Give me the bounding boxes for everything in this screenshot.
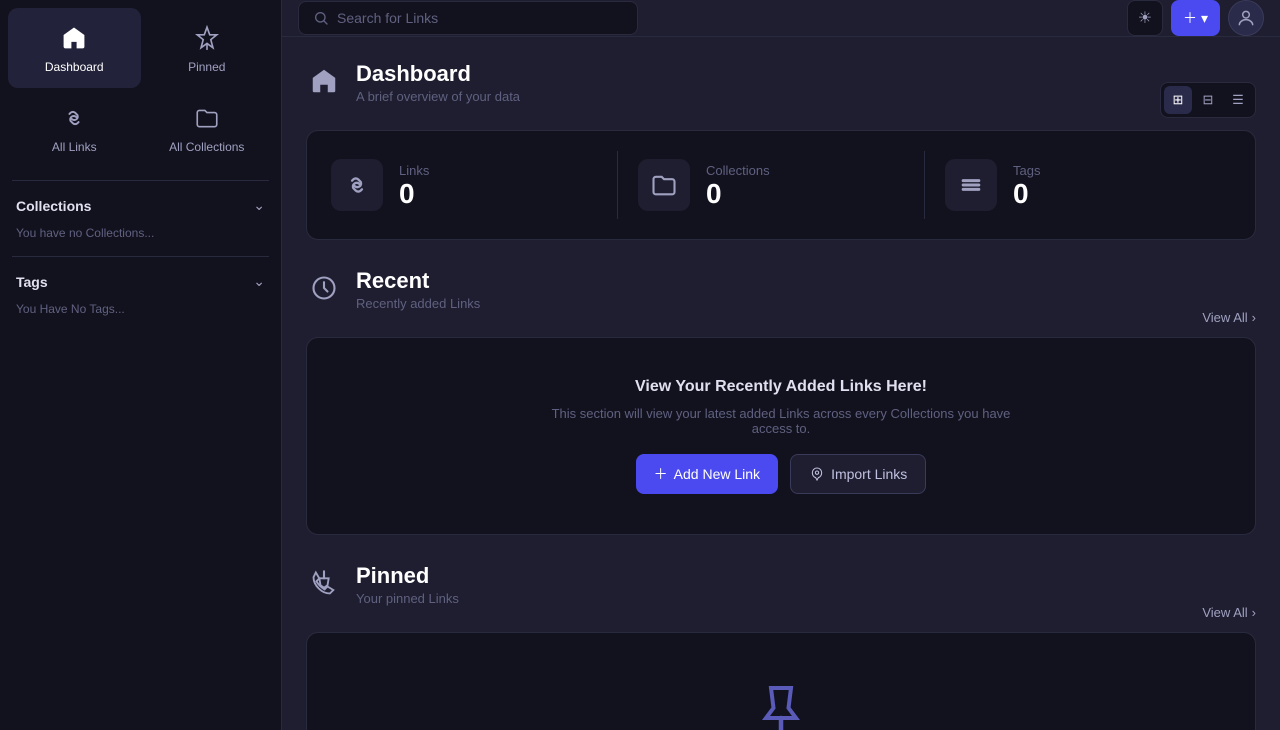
sidebar-collections-section: Collections ⌄ You have no Collections... xyxy=(0,185,281,252)
recent-section: Recent Recently added Links View All › V… xyxy=(306,268,1256,535)
pinned-title-block: Pinned Your pinned Links xyxy=(356,563,459,606)
topbar-actions: ☀ ＋ ▾ xyxy=(1127,0,1264,36)
all-collections-label: All Collections xyxy=(169,140,244,154)
sidebar: Dashboard Pinned All Links xyxy=(0,0,282,730)
recent-view-all-link[interactable]: View All › xyxy=(1202,310,1256,325)
pinned-top-row: Pinned Your pinned Links View All › xyxy=(306,563,1256,620)
recent-view-all-text: View All xyxy=(1202,310,1247,325)
recent-icon xyxy=(306,270,342,306)
add-dropdown-icon: ▾ xyxy=(1201,10,1208,27)
recent-empty-sub: This section will view your latest added… xyxy=(541,406,1021,436)
pin-icon xyxy=(191,22,223,54)
pinned-section: Pinned Your pinned Links View All › xyxy=(306,563,1256,730)
stat-links-icon xyxy=(331,159,383,211)
view-toggles: ⊞ ⊟ ☰ xyxy=(1160,82,1256,118)
pinned-view-all-text: View All xyxy=(1202,605,1247,620)
stat-tags-icon xyxy=(945,159,997,211)
all-links-label: All Links xyxy=(52,140,97,154)
sidebar-divider-1 xyxy=(12,180,269,181)
import-label: Import Links xyxy=(831,466,907,482)
pinned-title: Pinned xyxy=(356,563,459,589)
stat-links-value: 0 xyxy=(399,180,429,208)
stat-collections: Collections 0 xyxy=(618,151,925,219)
link-icon xyxy=(58,102,90,134)
recent-header: Recent Recently added Links xyxy=(306,268,480,311)
theme-icon: ☀ xyxy=(1138,8,1152,28)
dashboard-label: Dashboard xyxy=(45,60,104,74)
pinned-empty-card: Pin Your Favorite Links Here! xyxy=(306,632,1256,730)
pinned-view-all-link[interactable]: View All › xyxy=(1202,605,1256,620)
dashboard-top-row: Dashboard A brief overview of your data … xyxy=(306,61,1256,118)
stats-card: Links 0 Collections 0 xyxy=(306,130,1256,240)
pinned-subtitle: Your pinned Links xyxy=(356,591,459,606)
add-link-plus-icon: ＋ xyxy=(654,464,668,484)
page-content: Dashboard A brief overview of your data … xyxy=(282,37,1280,730)
home-icon xyxy=(58,22,90,54)
collections-chevron-icon: ⌄ xyxy=(253,197,265,214)
stat-collections-info: Collections 0 xyxy=(706,163,770,208)
stat-links-info: Links 0 xyxy=(399,163,429,208)
collections-section-title: Collections xyxy=(16,198,91,214)
stat-tags-label: Tags xyxy=(1013,163,1040,178)
topbar: ☀ ＋ ▾ xyxy=(282,0,1280,37)
avatar[interactable] xyxy=(1228,0,1264,36)
folder-icon xyxy=(191,102,223,134)
pinned-section-icon xyxy=(306,565,342,601)
pinned-view-all-chevron-icon: › xyxy=(1252,605,1256,620)
add-new-link-button[interactable]: ＋ Add New Link xyxy=(636,454,778,494)
stats-row: Links 0 Collections 0 xyxy=(331,151,1231,219)
view-toggle-grid-large[interactable]: ⊞ xyxy=(1164,86,1192,114)
add-link-label: Add New Link xyxy=(674,466,760,482)
search-box[interactable] xyxy=(298,1,638,35)
dashboard-section-icon xyxy=(306,63,342,99)
stat-links-label: Links xyxy=(399,163,429,178)
tags-section-header[interactable]: Tags ⌄ xyxy=(8,261,273,298)
main-content: ☀ ＋ ▾ xyxy=(282,0,1280,730)
sidebar-nav-grid: Dashboard Pinned All Links xyxy=(0,0,281,176)
search-icon xyxy=(313,10,329,26)
stat-collections-value: 0 xyxy=(706,180,770,208)
recent-empty-actions: ＋ Add New Link Import Links xyxy=(636,454,927,494)
pinned-header: Pinned Your pinned Links xyxy=(306,563,459,606)
pin-large-icon xyxy=(751,682,811,730)
sidebar-divider-2 xyxy=(12,256,269,257)
recent-title: Recent xyxy=(356,268,480,294)
sidebar-item-all-links[interactable]: All Links xyxy=(8,88,141,168)
recent-empty-card: View Your Recently Added Links Here! Thi… xyxy=(306,337,1256,535)
dashboard-header: Dashboard A brief overview of your data xyxy=(306,61,520,104)
sidebar-tags-section: Tags ⌄ You Have No Tags... xyxy=(0,261,281,328)
tags-section-title: Tags xyxy=(16,274,48,290)
stat-links: Links 0 xyxy=(331,151,618,219)
view-toggle-grid-small[interactable]: ⊟ xyxy=(1194,86,1222,114)
dashboard-section: Dashboard A brief overview of your data … xyxy=(306,61,1256,240)
plus-icon: ＋ xyxy=(1183,8,1197,28)
stat-collections-label: Collections xyxy=(706,163,770,178)
stat-tags-info: Tags 0 xyxy=(1013,163,1040,208)
import-links-button[interactable]: Import Links xyxy=(790,454,926,494)
view-toggle-list[interactable]: ☰ xyxy=(1224,86,1252,114)
import-icon xyxy=(809,466,825,482)
dashboard-title-block: Dashboard A brief overview of your data xyxy=(356,61,520,104)
sidebar-item-all-collections[interactable]: All Collections xyxy=(141,88,274,168)
add-new-button[interactable]: ＋ ▾ xyxy=(1171,0,1220,36)
stat-tags-value: 0 xyxy=(1013,180,1040,208)
recent-top-row: Recent Recently added Links View All › xyxy=(306,268,1256,325)
recent-view-all-chevron-icon: › xyxy=(1252,310,1256,325)
stat-collections-icon xyxy=(638,159,690,211)
search-input[interactable] xyxy=(337,10,623,26)
tags-empty-text: You Have No Tags... xyxy=(8,298,273,328)
dashboard-title: Dashboard xyxy=(356,61,520,87)
dashboard-subtitle: A brief overview of your data xyxy=(356,89,520,104)
recent-title-block: Recent Recently added Links xyxy=(356,268,480,311)
recent-empty-title: View Your Recently Added Links Here! xyxy=(635,378,927,396)
pinned-label: Pinned xyxy=(188,60,225,74)
sidebar-item-dashboard[interactable]: Dashboard xyxy=(8,8,141,88)
collections-section-header[interactable]: Collections ⌄ xyxy=(8,185,273,222)
recent-subtitle: Recently added Links xyxy=(356,296,480,311)
stat-tags: Tags 0 xyxy=(925,151,1231,219)
theme-toggle-button[interactable]: ☀ xyxy=(1127,0,1163,36)
collections-empty-text: You have no Collections... xyxy=(8,222,273,252)
tags-chevron-icon: ⌄ xyxy=(253,273,265,290)
sidebar-item-pinned[interactable]: Pinned xyxy=(141,8,274,88)
